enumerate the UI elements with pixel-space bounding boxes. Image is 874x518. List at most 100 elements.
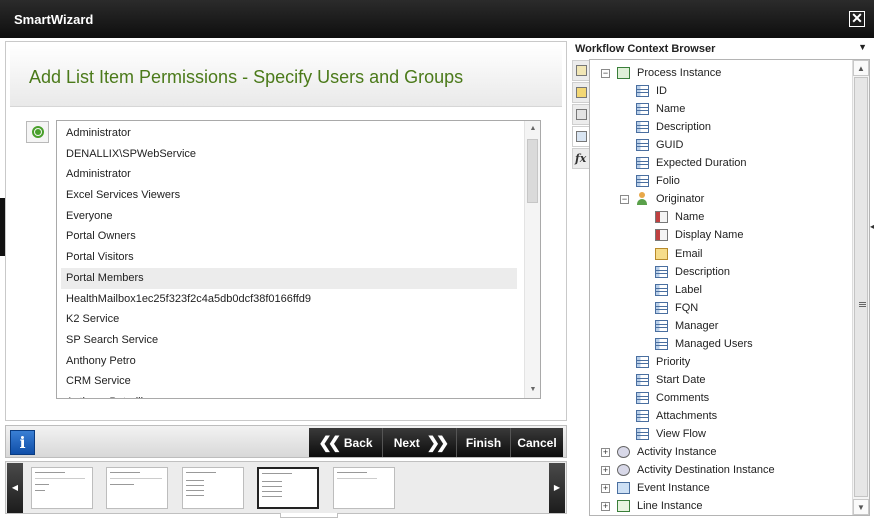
next-label: Next: [393, 435, 420, 450]
double-chevron-left-icon: ❮❮: [318, 434, 341, 452]
scroll-thumb[interactable]: [527, 139, 538, 203]
tree-node-label: Line Instance: [637, 500, 703, 513]
user-icon: [636, 192, 649, 206]
tab-functions[interactable]: fx: [572, 148, 590, 169]
scroll-thumb[interactable]: [854, 77, 868, 497]
list-item[interactable]: CRM Service: [61, 371, 517, 392]
card-icon: [655, 211, 668, 224]
thumbnail-next-icon[interactable]: ▶: [549, 463, 565, 513]
list-item[interactable]: Administrator: [61, 123, 517, 144]
field-icon: [636, 373, 649, 386]
scroll-up-icon[interactable]: ▲: [853, 60, 869, 76]
page-title: Add List Item Permissions - Specify User…: [29, 67, 464, 87]
back-button[interactable]: ❮❮ Back: [309, 428, 382, 457]
cancel-button[interactable]: Cancel: [510, 428, 563, 457]
event-icon: [617, 482, 630, 495]
list-scrollbar[interactable]: ▲ ▼: [524, 121, 540, 398]
step-thumbnail[interactable]: [106, 467, 168, 509]
thumbnail-prev-icon[interactable]: ◀: [7, 463, 23, 513]
field-icon: [636, 103, 649, 116]
tree-node-label: Comments: [656, 391, 710, 404]
tree-node-label: FQN: [675, 301, 699, 314]
tree-node-label: Activity Destination Instance: [637, 464, 775, 477]
database-icon: [576, 109, 587, 120]
tree-node-label: GUID: [656, 139, 684, 152]
context-browser-header: Workflow Context Browser ▼: [570, 40, 874, 58]
expand-icon[interactable]: +: [601, 502, 610, 512]
wizard-header: Add List Item Permissions - Specify User…: [10, 45, 562, 107]
context-tree: − Process Instance ID Name Description GUID Ex…: [589, 59, 870, 516]
scroll-down-icon[interactable]: ▼: [525, 382, 540, 398]
collapse-icon[interactable]: −: [601, 69, 610, 78]
right-collapse-arrow-icon[interactable]: ◂: [870, 222, 874, 232]
step-thumbnail[interactable]: [182, 467, 244, 509]
chevron-down-icon[interactable]: ▼: [858, 42, 867, 52]
tree-node-label: Event Instance: [637, 482, 710, 495]
fx-icon: fx: [575, 152, 587, 165]
step-thumbnail[interactable]: [31, 467, 93, 509]
tree-node-label: View Flow: [656, 428, 706, 440]
finish-button[interactable]: Finish: [456, 428, 510, 457]
field-icon: [636, 139, 649, 152]
users-groups-list[interactable]: Administrator DENALLIX\SPWebService Admini…: [56, 120, 541, 399]
expand-icon[interactable]: +: [601, 448, 610, 458]
field-icon: [636, 157, 649, 170]
list-item[interactable]: Anthony Petro: [61, 351, 517, 372]
workflow-icon: [576, 131, 587, 142]
list-item[interactable]: Anthony Petrelli: [61, 392, 517, 398]
list-item[interactable]: HealthMailbox1ec25f323f2c4a5db0dcf38f016…: [61, 289, 517, 310]
line-icon: [617, 500, 630, 513]
info-button[interactable]: i: [10, 430, 35, 455]
field-icon: [655, 265, 668, 278]
tab-workflow-context[interactable]: [572, 126, 590, 147]
tree-node-label: Expected Duration: [656, 157, 747, 170]
step-thumbnail[interactable]: [333, 467, 395, 509]
tree-scrollbar[interactable]: ▲ ▼: [852, 60, 869, 515]
double-chevron-right-icon: ❯❯: [426, 434, 449, 452]
list-item[interactable]: Portal Visitors: [61, 247, 517, 268]
close-icon[interactable]: ✕: [849, 11, 865, 27]
step-thumbnail-current[interactable]: [257, 467, 319, 509]
tree-node-label: Originator: [656, 193, 705, 206]
list-item[interactable]: K2 Service: [61, 309, 517, 330]
card-icon: [655, 229, 668, 242]
expand-icon[interactable]: +: [601, 484, 610, 494]
tree-node-label: Manager: [675, 319, 719, 332]
tree-node-label: Label: [675, 283, 702, 296]
tree-node-label: Name: [656, 103, 686, 116]
tree-node-label: Email: [675, 247, 703, 260]
tree-node-label: Name: [675, 211, 705, 224]
tree-node-label: Priority: [656, 355, 691, 368]
collapse-icon[interactable]: −: [620, 195, 629, 205]
list-item[interactable]: Administrator: [61, 164, 517, 185]
expand-icon[interactable]: +: [601, 466, 610, 476]
context-browser-tabs: fx: [572, 60, 590, 170]
window-title: SmartWizard: [14, 12, 94, 27]
title-bar: SmartWizard ✕: [0, 0, 874, 38]
field-icon: [655, 337, 668, 350]
tree-node-label: Folio: [656, 175, 680, 188]
list-item[interactable]: SP Search Service: [61, 330, 517, 351]
gear-icon: [617, 446, 630, 459]
list-item[interactable]: DENALLIX\SPWebService: [61, 144, 517, 165]
list-item[interactable]: Portal Owners: [61, 226, 517, 247]
tab-environment[interactable]: [572, 60, 590, 81]
list-item[interactable]: Portal Members: [61, 267, 517, 289]
list-item[interactable]: Excel Services Viewers: [61, 185, 517, 206]
field-icon: [655, 283, 668, 296]
field-icon: [636, 409, 649, 422]
tree-node-label: Attachments: [656, 409, 718, 422]
tree-node-label: Activity Instance: [637, 446, 717, 459]
field-icon: [636, 175, 649, 188]
scroll-up-icon[interactable]: ▲: [525, 121, 540, 137]
gear-icon: [617, 464, 630, 477]
tab-data[interactable]: [572, 104, 590, 125]
scroll-down-icon[interactable]: ▼: [853, 499, 869, 515]
next-button[interactable]: Next ❯❯: [382, 428, 456, 457]
field-icon: [636, 85, 649, 98]
tree-node-label: Start Date: [656, 373, 706, 386]
user-picker-icon[interactable]: [26, 121, 49, 143]
list-item[interactable]: Everyone: [61, 206, 517, 227]
tab-objects[interactable]: [572, 82, 590, 103]
tree-node-label: Process Instance: [637, 67, 722, 79]
